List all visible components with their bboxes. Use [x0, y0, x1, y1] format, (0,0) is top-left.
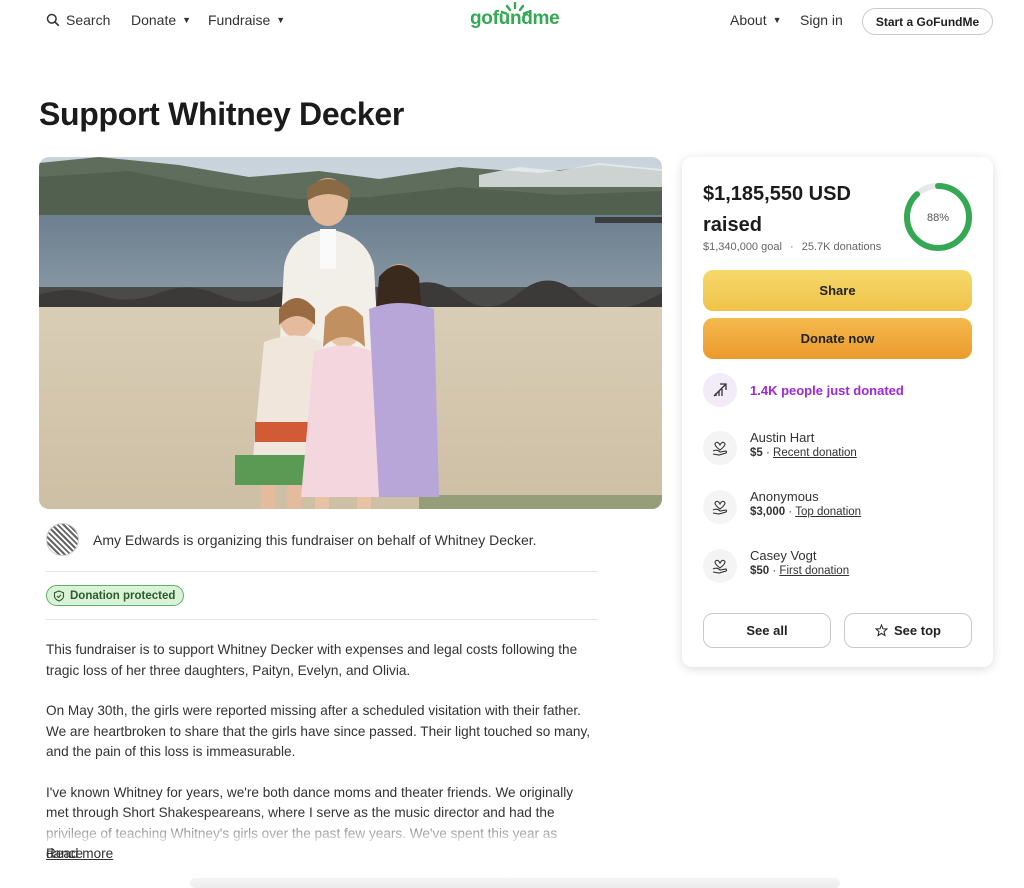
- avatar[interactable]: [46, 523, 79, 556]
- sun-logo-icon: [501, 2, 529, 15]
- donate-menu[interactable]: Donate ▼: [131, 12, 191, 28]
- story-paragraph: On May 30th, the girls were reported mis…: [46, 703, 591, 759]
- sign-in-label: Sign in: [800, 12, 843, 28]
- caret-down-icon: ▼: [772, 15, 782, 25]
- donor-detail: $50 · First donation: [750, 565, 849, 577]
- hero-photo-illustration: [39, 157, 662, 509]
- hero-photo[interactable]: [39, 157, 662, 509]
- share-button[interactable]: Share: [703, 270, 972, 311]
- sign-in-link[interactable]: Sign in: [800, 12, 843, 28]
- donor-amount: $50: [750, 565, 770, 577]
- read-more-link[interactable]: Read more: [46, 846, 113, 861]
- separator-dot: ·: [762, 447, 774, 459]
- caret-down-icon: ▼: [182, 15, 192, 25]
- organizer-row: Amy Edwards is organizing this fundraise…: [46, 523, 537, 556]
- search-icon: [46, 13, 60, 27]
- trending-up-icon: [703, 373, 737, 407]
- heart-hand-icon: [703, 431, 737, 465]
- fundraise-menu[interactable]: Fundraise ▼: [208, 12, 285, 28]
- donor-detail: $5 · Recent donation: [750, 447, 857, 459]
- shield-check-icon: [53, 589, 65, 602]
- heart-hand-icon: [703, 549, 737, 583]
- separator-dot: ·: [789, 241, 794, 253]
- search-label: Search: [66, 12, 111, 28]
- donation-card: $1,185,550 USD raised $1,340,000 goal · …: [682, 157, 993, 667]
- donation-count: 25.7K donations: [801, 241, 882, 253]
- see-all-button[interactable]: See all: [703, 613, 831, 648]
- donor-name: Casey Vogt: [750, 548, 817, 563]
- page-title: Support Whitney Decker: [39, 96, 405, 132]
- caret-down-icon: ▼: [276, 15, 286, 25]
- story-text: This fundraiser is to support Whitney De…: [46, 640, 594, 885]
- gofundme-logo[interactable]: gofundme: [470, 2, 560, 30]
- top-navigation: Search Donate ▼ Fundraise ▼ gofundme Abo…: [0, 0, 1024, 44]
- organizer-text: Amy Edwards is organizing this fundraise…: [93, 531, 537, 548]
- recent-activity: 1.4K people just donated: [703, 373, 904, 407]
- separator-dot: ·: [769, 565, 780, 577]
- star-icon: [875, 624, 889, 637]
- amount-raised: $1,185,550 USD raised: [703, 183, 851, 236]
- badge-label: Donation protected: [70, 589, 176, 602]
- donor-tag-link[interactable]: First donation: [779, 565, 849, 577]
- recent-activity-text: 1.4K people just donated: [750, 382, 904, 398]
- donor-item: Anonymous $3,000 · Top donation: [703, 487, 861, 524]
- progress-percent: 88%: [927, 212, 949, 224]
- see-top-label: See top: [894, 623, 941, 638]
- separator-dot: ·: [785, 506, 796, 518]
- donor-detail: $3,000 · Top donation: [750, 506, 861, 518]
- donor-name: Anonymous: [750, 489, 819, 504]
- story-paragraph: This fundraiser is to support Whitney De…: [46, 642, 578, 678]
- donor-amount: $5: [750, 447, 763, 459]
- donation-protected-badge[interactable]: Donation protected: [46, 585, 185, 606]
- donate-now-button[interactable]: Donate now: [703, 318, 972, 359]
- story-fade: [40, 815, 610, 847]
- search-link[interactable]: Search: [46, 12, 110, 28]
- donate-now-label: Donate now: [800, 331, 875, 346]
- start-gofundme-label: Start a GoFundMe: [875, 14, 980, 29]
- start-gofundme-button[interactable]: Start a GoFundMe: [862, 8, 993, 35]
- divider: [46, 571, 598, 572]
- goal-line: $1,340,000 goal · 25.7K donations: [703, 241, 881, 253]
- fundraise-label: Fundraise: [208, 12, 271, 28]
- see-top-button[interactable]: See top: [844, 613, 972, 648]
- donor-name: Austin Hart: [750, 430, 815, 445]
- donor-tag-link[interactable]: Top donation: [795, 506, 861, 518]
- donor-amount: $3,000: [750, 506, 786, 518]
- donor-tag-link[interactable]: Recent donation: [773, 447, 857, 459]
- progress-ring: 88%: [904, 183, 972, 251]
- donor-item: Casey Vogt $50 · First donation: [703, 546, 849, 583]
- see-all-label: See all: [746, 623, 788, 638]
- donor-item: Austin Hart $5 · Recent donation: [703, 428, 857, 465]
- share-label: Share: [819, 283, 856, 298]
- donate-label: Donate: [131, 12, 177, 28]
- about-menu[interactable]: About ▼: [730, 12, 782, 28]
- goal-amount: $1,340,000 goal: [703, 241, 782, 253]
- heart-hand-icon: [703, 490, 737, 524]
- about-label: About: [730, 12, 767, 28]
- bottom-bar: [190, 878, 840, 888]
- divider: [46, 619, 598, 620]
